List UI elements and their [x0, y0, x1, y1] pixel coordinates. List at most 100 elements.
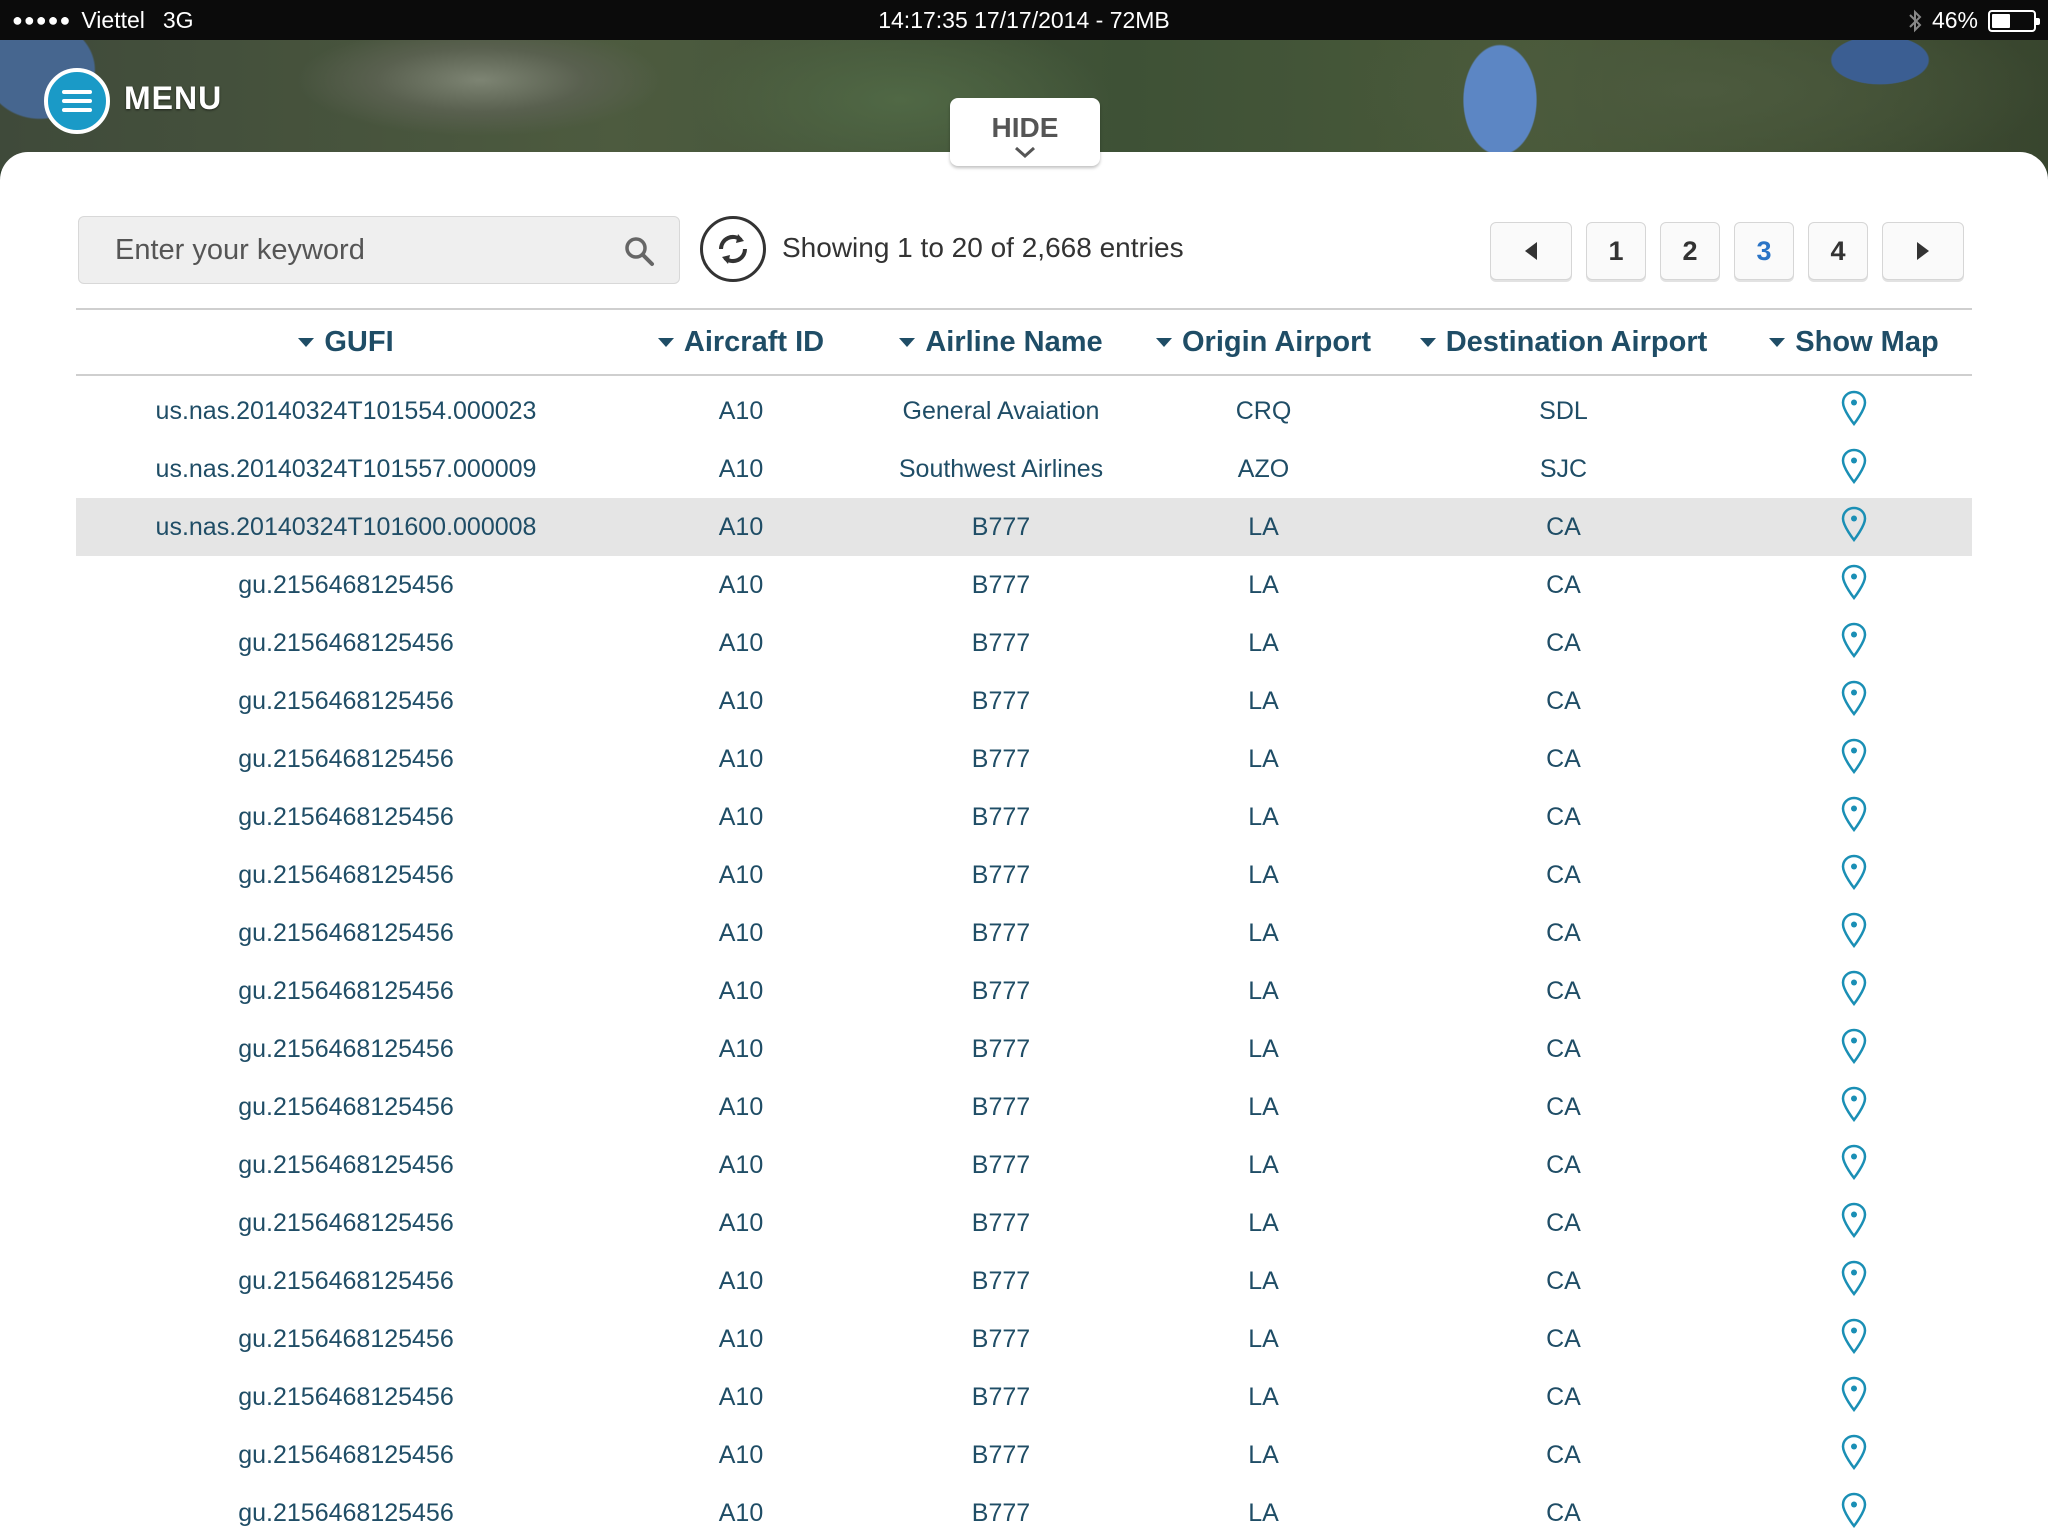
column-header-destination-airport[interactable]: Destination Airport: [1391, 326, 1736, 359]
table-row[interactable]: us.nas.20140324T101600.000008 A10 B777 LA CA: [76, 498, 1972, 556]
table-row[interactable]: gu.2156468125456 A10 B777 LA CA: [76, 730, 1972, 788]
table-row[interactable]: gu.2156468125456 A10 B777 LA CA: [76, 1020, 1972, 1078]
map-pin-icon[interactable]: [1841, 1028, 1867, 1071]
page-button-1[interactable]: 1: [1586, 222, 1646, 280]
column-header-show-map[interactable]: Show Map: [1736, 326, 1972, 359]
cell-origin-airport: LA: [1248, 1150, 1279, 1179]
cell-aircraft-id: A10: [718, 918, 764, 947]
triangle-right-icon: [1917, 242, 1929, 260]
map-pin-icon[interactable]: [1841, 912, 1867, 955]
map-pin-icon[interactable]: [1841, 622, 1867, 665]
table-row[interactable]: gu.2156468125456 A10 B777 LA CA: [76, 904, 1972, 962]
cell-aircraft-id: A10: [718, 1382, 764, 1411]
table-row[interactable]: gu.2156468125456 A10 B777 LA CA: [76, 672, 1972, 730]
page-number-group: 1234: [1586, 222, 1868, 280]
map-pin-icon[interactable]: [1841, 1086, 1867, 1129]
map-pin-icon[interactable]: [1841, 796, 1867, 839]
search-input[interactable]: [115, 217, 595, 283]
page-button-2[interactable]: 2: [1660, 222, 1720, 280]
show-map-cell: [1736, 1202, 1972, 1245]
table-row[interactable]: gu.2156468125456 A10 B777 LA CA: [76, 788, 1972, 846]
hide-panel-button[interactable]: HIDE: [950, 98, 1100, 166]
search-icon[interactable]: [623, 235, 655, 267]
map-pin-icon[interactable]: [1841, 1376, 1867, 1419]
table-row[interactable]: us.nas.20140324T101554.000023 A10 General …: [76, 382, 1972, 440]
map-pin-icon[interactable]: [1841, 1260, 1867, 1303]
map-pin-icon[interactable]: [1841, 1144, 1867, 1187]
cell-origin-airport: LA: [1248, 744, 1279, 773]
map-pin-icon[interactable]: [1841, 1318, 1867, 1361]
cell-aircraft-id: A10: [718, 1498, 764, 1527]
cell-destination-airport: CA: [1546, 918, 1581, 947]
cell-airline-name: B777: [971, 1382, 1031, 1411]
table-row[interactable]: gu.2156468125456 A10 B777 LA CA: [76, 1484, 1972, 1536]
cell-destination-airport: CA: [1546, 1034, 1581, 1063]
map-pin-icon[interactable]: [1841, 680, 1867, 723]
show-map-cell: [1736, 1028, 1972, 1071]
show-map-cell: [1736, 1492, 1972, 1535]
cell-gufi: gu.2156468125456: [238, 802, 454, 831]
cell-aircraft-id: A10: [718, 976, 764, 1005]
table-row[interactable]: gu.2156468125456 A10 B777 LA CA: [76, 846, 1972, 904]
map-pin-icon[interactable]: [1841, 1434, 1867, 1477]
cell-destination-airport: CA: [1546, 1266, 1581, 1295]
show-map-cell: [1736, 912, 1972, 955]
menu-label[interactable]: MENU: [124, 80, 222, 117]
cell-gufi: gu.2156468125456: [238, 1324, 454, 1353]
cell-destination-airport: CA: [1546, 1498, 1581, 1527]
table-row[interactable]: gu.2156468125456 A10 B777 LA CA: [76, 1310, 1972, 1368]
table-row[interactable]: gu.2156468125456 A10 B777 LA CA: [76, 1426, 1972, 1484]
menu-button[interactable]: [44, 68, 110, 134]
cell-airline-name: B777: [971, 860, 1031, 889]
cell-gufi: gu.2156468125456: [238, 628, 454, 657]
cell-destination-airport: CA: [1546, 1150, 1581, 1179]
table-row[interactable]: gu.2156468125456 A10 B777 LA CA: [76, 556, 1972, 614]
cell-airline-name: B777: [971, 1266, 1031, 1295]
cell-destination-airport: CA: [1546, 976, 1581, 1005]
page-button-3[interactable]: 3: [1734, 222, 1794, 280]
table-row[interactable]: gu.2156468125456 A10 B777 LA CA: [76, 1194, 1972, 1252]
triangle-left-icon: [1525, 242, 1537, 260]
table-row[interactable]: gu.2156468125456 A10 B777 LA CA: [76, 1078, 1972, 1136]
map-pin-icon[interactable]: [1841, 448, 1867, 491]
show-map-cell: [1736, 1260, 1972, 1303]
table-row[interactable]: gu.2156468125456 A10 B777 LA CA: [76, 1136, 1972, 1194]
cell-gufi: gu.2156468125456: [238, 570, 454, 599]
show-map-cell: [1736, 506, 1972, 549]
refresh-button[interactable]: [700, 216, 766, 282]
cell-destination-airport: CA: [1546, 686, 1581, 715]
table-row[interactable]: gu.2156468125456 A10 B777 LA CA: [76, 962, 1972, 1020]
map-pin-icon[interactable]: [1841, 390, 1867, 433]
cell-destination-airport: CA: [1546, 570, 1581, 599]
table-row[interactable]: gu.2156468125456 A10 B777 LA CA: [76, 614, 1972, 672]
cell-aircraft-id: A10: [718, 628, 764, 657]
column-header-label: Aircraft ID: [683, 325, 825, 358]
map-pin-icon[interactable]: [1841, 564, 1867, 607]
map-pin-icon[interactable]: [1841, 1202, 1867, 1245]
map-pin-icon[interactable]: [1841, 1492, 1867, 1535]
prev-page-button[interactable]: [1490, 222, 1572, 280]
cell-aircraft-id: A10: [718, 454, 764, 483]
cell-origin-airport: LA: [1248, 570, 1279, 599]
map-pin-icon[interactable]: [1841, 506, 1867, 549]
next-page-button[interactable]: [1882, 222, 1964, 280]
table-row[interactable]: gu.2156468125456 A10 B777 LA CA: [76, 1368, 1972, 1426]
cell-airline-name: Southwest Airlines: [898, 454, 1104, 483]
table-row[interactable]: gu.2156468125456 A10 B777 LA CA: [76, 1252, 1972, 1310]
column-header-origin-airport[interactable]: Origin Airport: [1136, 326, 1391, 359]
cell-airline-name: General Avaiation: [902, 396, 1100, 425]
cell-gufi: gu.2156468125456: [238, 1498, 454, 1527]
column-header-airline-name[interactable]: Airline Name: [866, 326, 1136, 359]
map-pin-icon[interactable]: [1841, 970, 1867, 1013]
cell-destination-airport: CA: [1546, 1440, 1581, 1469]
map-pin-icon[interactable]: [1841, 854, 1867, 897]
cell-origin-airport: LA: [1248, 1266, 1279, 1295]
cell-gufi: gu.2156468125456: [238, 976, 454, 1005]
cell-aircraft-id: A10: [718, 1150, 764, 1179]
map-pin-icon[interactable]: [1841, 738, 1867, 781]
column-header-gufi[interactable]: GUFI: [76, 326, 616, 359]
cell-gufi: gu.2156468125456: [238, 1382, 454, 1411]
table-row[interactable]: us.nas.20140324T101557.000009 A10 Southwes…: [76, 440, 1972, 498]
page-button-4[interactable]: 4: [1808, 222, 1868, 280]
column-header-aircraft-id[interactable]: Aircraft ID: [616, 326, 866, 359]
